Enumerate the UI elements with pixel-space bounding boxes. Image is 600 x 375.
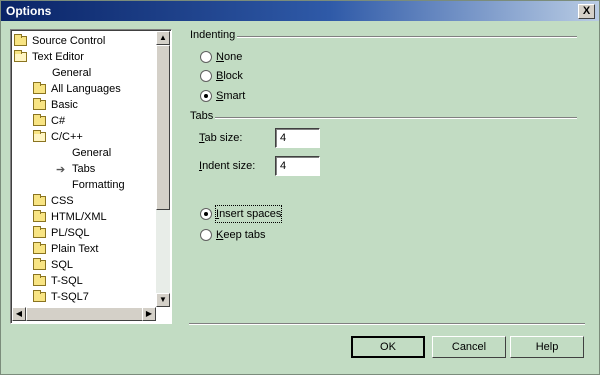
indent-none-radio[interactable] (200, 51, 212, 63)
folder-open-icon (14, 50, 27, 62)
close-button[interactable]: X (578, 4, 595, 19)
indent-smart-radio[interactable] (200, 90, 212, 102)
title-bar[interactable]: Options X (1, 1, 599, 21)
folder-icon (33, 258, 46, 270)
tree-horizontal-scrollbar[interactable]: ◀ ▶ (12, 307, 156, 321)
tree-item-label: Basic (51, 99, 78, 111)
options-dialog: Options X Source Control Text Editor Gener… (0, 0, 600, 375)
insert-spaces-label: Insert spaces (214, 205, 283, 223)
keep-tabs-radio[interactable] (200, 229, 212, 241)
indenting-group-title: Indenting (190, 29, 236, 41)
indent-none-label: None (216, 51, 243, 63)
tree-item-label: C# (51, 115, 66, 127)
tab-size-label: Tab size: (199, 132, 243, 144)
folder-icon (33, 82, 46, 94)
tree-item-label: Plain Text (51, 243, 99, 255)
tree-item-label: Text Editor (32, 51, 84, 63)
vertical-scroll-thumb[interactable] (156, 45, 170, 210)
cancel-button[interactable]: Cancel (432, 336, 506, 358)
tree-item-label: PL/SQL (51, 227, 90, 239)
tree-item-label: General (72, 147, 112, 159)
window-title: Options (6, 4, 52, 18)
tree-item-label: HTML/XML (51, 211, 107, 223)
tabs-group-title: Tabs (190, 110, 214, 122)
keep-tabs-label: Keep tabs (216, 229, 266, 241)
folder-icon (33, 114, 46, 126)
indenting-divider (237, 36, 577, 38)
folder-icon (33, 290, 46, 302)
scroll-up-button[interactable]: ▲ (156, 31, 170, 45)
help-button[interactable]: Help (510, 336, 584, 358)
scroll-left-button[interactable]: ◀ (12, 307, 26, 321)
tree-item-label: All Languages (51, 83, 121, 95)
folder-icon (33, 210, 46, 222)
options-tree[interactable]: Source Control Text Editor General All Lang… (10, 29, 172, 324)
indent-block-label: Block (216, 70, 243, 82)
tree-items: Source Control Text Editor General All Lang… (12, 31, 155, 307)
insert-spaces-radio[interactable] (200, 208, 212, 220)
folder-icon (33, 274, 46, 286)
tabs-divider (215, 117, 577, 119)
tree-item-label: Tabs (72, 163, 96, 175)
indent-size-input[interactable] (275, 156, 320, 176)
tab-size-input[interactable] (275, 128, 320, 148)
folder-icon (33, 98, 46, 110)
indent-block-radio[interactable] (200, 70, 212, 82)
tree-item-label: Source Control (32, 35, 106, 47)
folder-icon (33, 242, 46, 254)
ok-button[interactable]: OK (351, 336, 425, 358)
scroll-right-button[interactable]: ▶ (142, 307, 156, 321)
tree-item-label: Formatting (72, 179, 125, 191)
tree-item-label: T-SQL (51, 275, 83, 287)
indent-size-label: Indent size: (199, 160, 256, 172)
tree-item-label: CSS (51, 195, 74, 207)
folder-icon (33, 194, 46, 206)
tree-item-label: T-SQL7 (51, 291, 89, 303)
scroll-down-button[interactable]: ▼ (156, 293, 170, 307)
tree-vertical-scrollbar[interactable]: ▲ ▼ (156, 31, 170, 307)
tree-item-label: SQL (51, 259, 74, 271)
tree-item-label: General (52, 67, 92, 79)
folder-open-icon (33, 130, 46, 142)
selected-arrow-icon: ➔ (56, 164, 66, 176)
indent-smart-label: Smart (216, 90, 246, 102)
folder-icon (33, 226, 46, 238)
bottom-divider (189, 323, 585, 325)
tree-item-label: C/C++ (51, 131, 83, 143)
horizontal-scroll-thumb[interactable] (26, 307, 144, 321)
folder-icon (14, 34, 27, 46)
